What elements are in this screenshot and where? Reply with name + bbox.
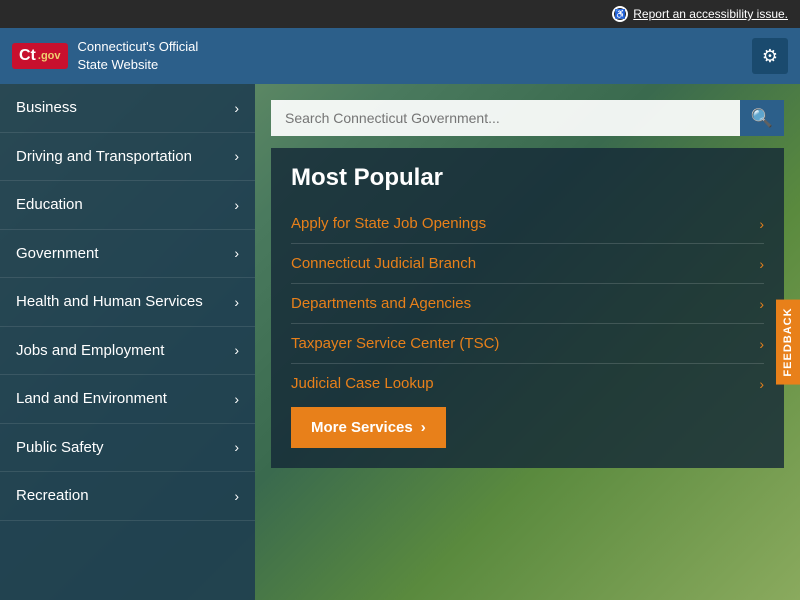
more-services-label: More Services bbox=[311, 419, 413, 436]
popular-item-2[interactable]: Departments and Agencies › bbox=[291, 284, 764, 324]
popular-item-0[interactable]: Apply for State Job Openings › bbox=[291, 204, 764, 244]
sidebar-label-land: Land and Environment bbox=[16, 389, 226, 409]
sidebar-label-business: Business bbox=[16, 98, 226, 118]
site-title-line2: State Website bbox=[78, 56, 199, 74]
main-area: Business›Driving and Transportation›Educ… bbox=[0, 84, 800, 600]
search-input[interactable] bbox=[271, 100, 740, 136]
chevron-icon-recreation: › bbox=[234, 488, 239, 504]
main-panel: 🔍 Most Popular Apply for State Job Openi… bbox=[255, 84, 800, 600]
chevron-icon-business: › bbox=[234, 100, 239, 116]
top-bar: ♿ Report an accessibility issue. bbox=[0, 0, 800, 28]
accessibility-icon: ♿ bbox=[612, 6, 628, 22]
site-title: Connecticut's Official State Website bbox=[78, 38, 199, 74]
sidebar-item-government[interactable]: Government › bbox=[0, 230, 255, 279]
chevron-icon-jobs: › bbox=[234, 342, 239, 358]
sidebar-label-government: Government bbox=[16, 244, 226, 264]
feedback-tab[interactable]: FEEDBACK bbox=[776, 299, 800, 384]
sidebar-item-land[interactable]: Land and Environment › bbox=[0, 375, 255, 424]
sidebar-label-recreation: Recreation bbox=[16, 486, 226, 506]
sidebar-item-safety[interactable]: Public Safety › bbox=[0, 424, 255, 473]
logo-gov: .gov bbox=[38, 50, 61, 62]
sidebar-label-health: Health and Human Services bbox=[16, 292, 226, 312]
sidebar-label-safety: Public Safety bbox=[16, 438, 226, 458]
logo-area[interactable]: Ct .gov Connecticut's Official State Web… bbox=[12, 38, 198, 74]
feedback-label: FEEDBACK bbox=[782, 307, 794, 376]
search-button[interactable]: 🔍 bbox=[740, 100, 784, 136]
sidebar-item-jobs[interactable]: Jobs and Employment › bbox=[0, 327, 255, 376]
sidebar-item-health[interactable]: Health and Human Services › bbox=[0, 278, 255, 327]
sidebar-item-recreation[interactable]: Recreation › bbox=[0, 472, 255, 521]
search-bar: 🔍 bbox=[271, 100, 784, 136]
sidebar-label-education: Education bbox=[16, 195, 226, 215]
popular-item-4[interactable]: Judicial Case Lookup › bbox=[291, 364, 764, 403]
popular-item-label-3: Taxpayer Service Center (TSC) bbox=[291, 335, 499, 352]
popular-item-chevron-2: › bbox=[759, 296, 764, 312]
popular-item-label-1: Connecticut Judicial Branch bbox=[291, 255, 476, 272]
sidebar-label-driving: Driving and Transportation bbox=[16, 147, 226, 167]
popular-item-chevron-0: › bbox=[759, 216, 764, 232]
accessibility-text: Report an accessibility issue. bbox=[633, 7, 788, 21]
search-icon: 🔍 bbox=[751, 108, 773, 129]
site-title-line1: Connecticut's Official bbox=[78, 38, 199, 56]
popular-item-chevron-4: › bbox=[759, 376, 764, 392]
most-popular-card: Most Popular Apply for State Job Opening… bbox=[271, 148, 784, 468]
gear-icon: ⚙ bbox=[762, 46, 778, 67]
sidebar-item-driving[interactable]: Driving and Transportation › bbox=[0, 133, 255, 182]
more-services-button[interactable]: More Services › bbox=[291, 407, 446, 448]
more-services-chevron: › bbox=[421, 419, 426, 436]
popular-item-label-0: Apply for State Job Openings bbox=[291, 215, 486, 232]
chevron-icon-government: › bbox=[234, 245, 239, 261]
chevron-icon-health: › bbox=[234, 294, 239, 310]
sidebar-item-business[interactable]: Business › bbox=[0, 84, 255, 133]
header: Ct .gov Connecticut's Official State Web… bbox=[0, 28, 800, 84]
chevron-icon-driving: › bbox=[234, 148, 239, 164]
popular-item-label-4: Judicial Case Lookup bbox=[291, 375, 434, 392]
sidebar: Business›Driving and Transportation›Educ… bbox=[0, 84, 255, 600]
accessibility-link[interactable]: ♿ Report an accessibility issue. bbox=[612, 6, 788, 22]
settings-button[interactable]: ⚙ bbox=[752, 38, 788, 74]
chevron-icon-safety: › bbox=[234, 439, 239, 455]
popular-item-3[interactable]: Taxpayer Service Center (TSC) › bbox=[291, 324, 764, 364]
sidebar-item-education[interactable]: Education › bbox=[0, 181, 255, 230]
logo-ct: Ct bbox=[19, 47, 36, 65]
popular-item-chevron-3: › bbox=[759, 336, 764, 352]
most-popular-title: Most Popular bbox=[291, 164, 764, 192]
popular-item-chevron-1: › bbox=[759, 256, 764, 272]
logo-badge: Ct .gov bbox=[12, 43, 68, 69]
popular-items-list: Apply for State Job Openings›Connecticut… bbox=[291, 204, 764, 403]
chevron-icon-land: › bbox=[234, 391, 239, 407]
popular-item-label-2: Departments and Agencies bbox=[291, 295, 471, 312]
sidebar-label-jobs: Jobs and Employment bbox=[16, 341, 226, 361]
chevron-icon-education: › bbox=[234, 197, 239, 213]
popular-item-1[interactable]: Connecticut Judicial Branch › bbox=[291, 244, 764, 284]
